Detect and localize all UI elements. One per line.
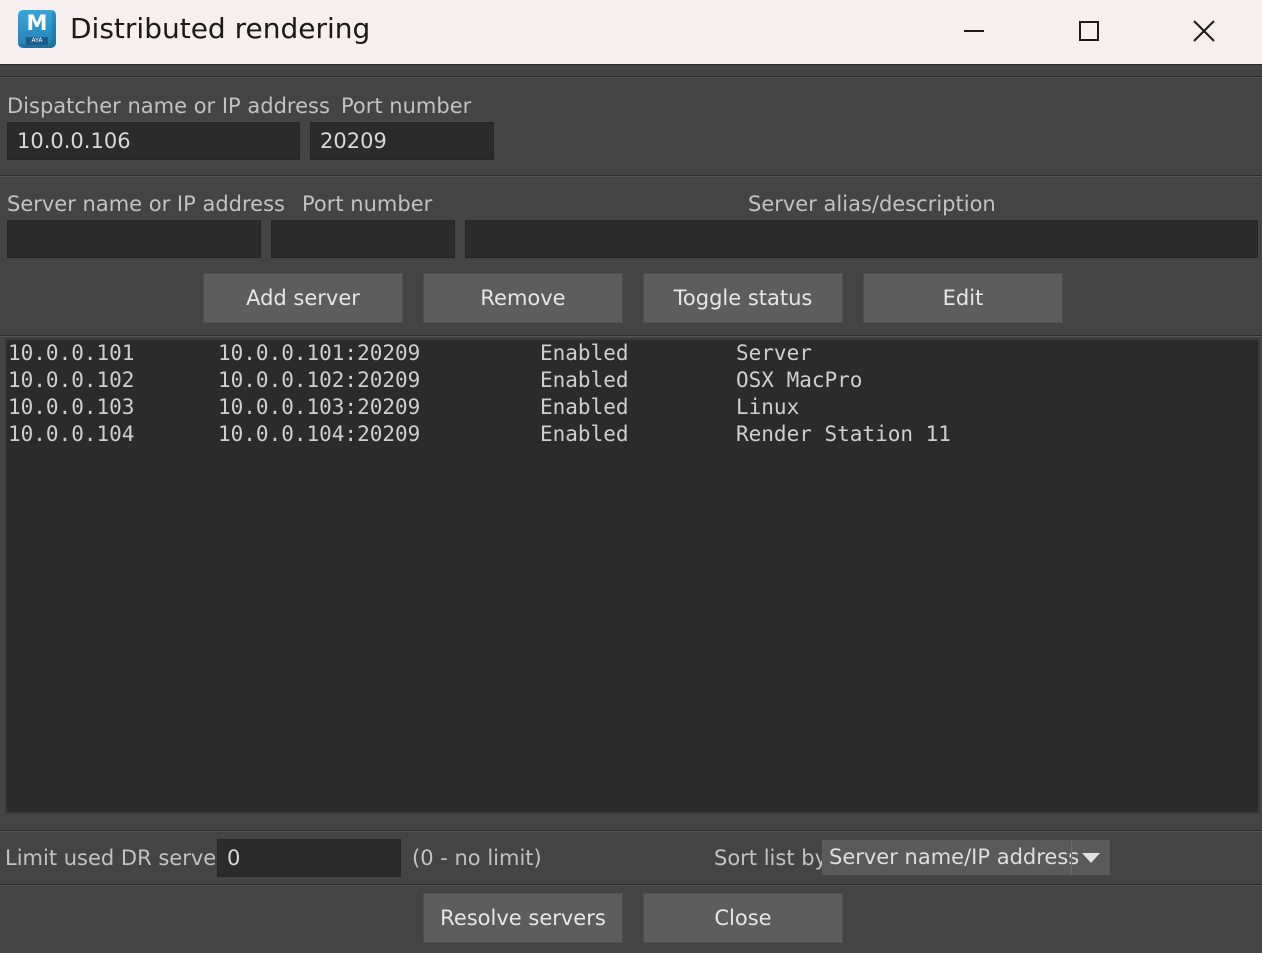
logo-sub: AYA <box>26 37 48 45</box>
server-status-cell: Enabled <box>540 395 629 419</box>
server-address-cell: 10.0.0.104:20209 <box>218 422 421 446</box>
list-item[interactable]: 10.0.0.102 10.0.0.102:20209 Enabled OSX … <box>7 367 1258 394</box>
dispatcher-port-input[interactable]: 20209 <box>310 122 494 160</box>
server-alias-cell: Server <box>736 341 812 365</box>
separator <box>0 830 1262 832</box>
window-title: Distributed rendering <box>70 12 371 45</box>
add-server-button[interactable]: Add server <box>203 273 403 323</box>
close-icon <box>1193 20 1215 42</box>
toggle-status-button[interactable]: Toggle status <box>643 273 843 323</box>
limit-label: Limit used DR servers <box>5 846 236 870</box>
dispatcher-name-input[interactable]: 10.0.0.106 <box>7 122 300 160</box>
dropdown-arrow-button[interactable] <box>1071 840 1110 875</box>
server-name-cell: 10.0.0.104 <box>8 422 135 446</box>
separator <box>0 76 1262 78</box>
sort-label: Sort list by <box>714 846 827 870</box>
maximize-icon <box>1079 21 1099 41</box>
edit-button[interactable]: Edit <box>863 273 1063 323</box>
server-alias-input[interactable] <box>465 220 1258 258</box>
server-list[interactable]: 10.0.0.101 10.0.0.101:20209 Enabled Serv… <box>5 338 1260 814</box>
chevron-down-icon <box>1082 852 1100 863</box>
logo-letter: M <box>26 11 48 35</box>
title-bar: M AYA Distributed rendering <box>0 0 1262 65</box>
limit-input[interactable]: 0 <box>217 839 401 877</box>
resolve-servers-button[interactable]: Resolve servers <box>423 893 623 943</box>
server-name-cell: 10.0.0.102 <box>8 368 135 392</box>
window-close-button[interactable] <box>1146 0 1262 62</box>
list-item[interactable]: 10.0.0.104 10.0.0.104:20209 Enabled Rend… <box>7 421 1258 448</box>
server-status-cell: Enabled <box>540 422 629 446</box>
server-address-cell: 10.0.0.103:20209 <box>218 395 421 419</box>
server-alias-cell: Render Station 11 <box>736 422 951 446</box>
sort-dropdown[interactable]: Server name/IP address <box>822 840 1110 875</box>
server-name-cell: 10.0.0.103 <box>8 395 135 419</box>
separator <box>0 175 1262 177</box>
server-name-cell: 10.0.0.101 <box>8 341 135 365</box>
sort-dropdown-value: Server name/IP address <box>829 845 1080 869</box>
remove-button[interactable]: Remove <box>423 273 623 323</box>
server-status-cell: Enabled <box>540 341 629 365</box>
close-button[interactable]: Close <box>643 893 843 943</box>
server-alias-cell: OSX MacPro <box>736 368 863 392</box>
server-address-cell: 10.0.0.102:20209 <box>218 368 421 392</box>
server-alias-label: Server alias/description <box>748 192 996 216</box>
dispatcher-port-label: Port number <box>341 94 472 118</box>
separator <box>0 335 1262 337</box>
server-address-cell: 10.0.0.101:20209 <box>218 341 421 365</box>
list-item[interactable]: 10.0.0.101 10.0.0.101:20209 Enabled Serv… <box>7 340 1258 367</box>
server-alias-cell: Linux <box>736 395 800 419</box>
server-status-cell: Enabled <box>540 368 629 392</box>
minimize-button[interactable] <box>916 0 1032 62</box>
limit-hint: (0 - no limit) <box>412 846 542 870</box>
dispatcher-name-label: Dispatcher name or IP address <box>7 94 330 118</box>
server-port-input[interactable] <box>271 220 455 258</box>
maximize-button[interactable] <box>1031 0 1147 62</box>
maya-logo-icon: M AYA <box>18 10 56 48</box>
minimize-icon <box>964 30 984 32</box>
server-port-label: Port number <box>302 192 433 216</box>
server-name-label: Server name or IP address <box>7 192 285 216</box>
server-name-input[interactable] <box>7 220 261 258</box>
separator <box>0 884 1262 886</box>
list-item[interactable]: 10.0.0.103 10.0.0.103:20209 Enabled Linu… <box>7 394 1258 421</box>
